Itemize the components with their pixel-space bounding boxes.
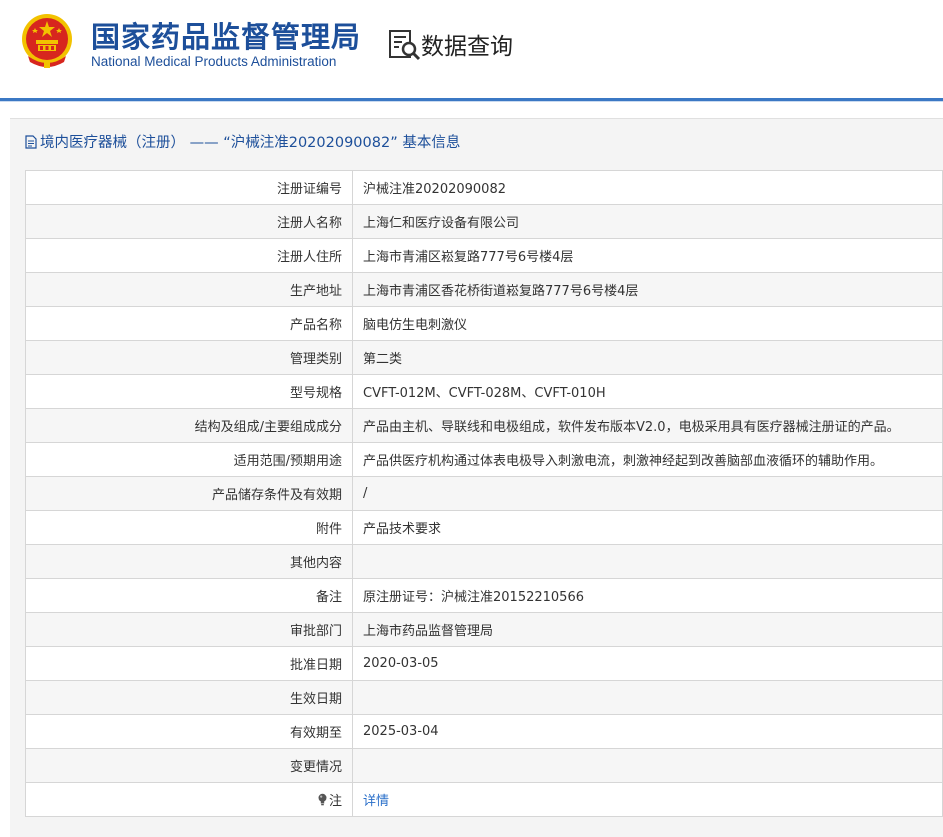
info-table-body: 注册证编号 沪械注准20202090082 注册人名称 上海仁和医疗设备有限公司 注册人… xyxy=(25,170,943,817)
table-row: 注册证编号 沪械注准20202090082 xyxy=(25,170,943,205)
table-row: 适用范围/预期用途 产品供医疗机构通过体表电极导入刺激电流，刺激神经起到改善脑部血… xyxy=(25,442,943,477)
field-value: 2020-03-05 xyxy=(352,646,943,681)
field-value: 上海市药品监督管理局 xyxy=(352,612,943,647)
detail-panel: 境内医疗器械（注册） —— “沪械注准20202090082” 基本信息 注册证… xyxy=(10,118,943,837)
table-row: 变更情况 xyxy=(25,748,943,783)
table-row-note: 注 详情 xyxy=(25,782,943,817)
table-row: 有效期至 2025-03-04 xyxy=(25,714,943,749)
field-value: 原注册证号：沪械注准20152210566 xyxy=(352,578,943,613)
field-value: 产品技术要求 xyxy=(352,510,943,545)
field-value: 2025-03-04 xyxy=(352,714,943,749)
table-row: 审批部门 上海市药品监督管理局 xyxy=(25,612,943,647)
field-label: 备注 xyxy=(25,578,353,613)
table-row: 结构及组成/主要组成成分 产品由主机、导联线和电极组成，软件发布版本V2.0，电极… xyxy=(25,408,943,443)
table-row: 生效日期 xyxy=(25,680,943,715)
field-label: 结构及组成/主要组成成分 xyxy=(25,408,353,443)
note-label-cell: 注 xyxy=(25,782,353,817)
header-divider-light xyxy=(0,101,943,102)
panel-title-text: 境内医疗器械（注册） —— “沪械注准20202090082” 基本信息 xyxy=(40,135,461,151)
field-label: 管理类别 xyxy=(25,340,353,375)
section-title: 数据查询 xyxy=(421,34,513,60)
info-table-wrapper: 注册证编号 沪械注准20202090082 注册人名称 上海仁和医疗设备有限公司 注册人… xyxy=(25,170,943,817)
field-value: / xyxy=(352,476,943,511)
table-row: 注册人住所 上海市青浦区崧复路777号6号楼4层 xyxy=(25,238,943,273)
field-label: 型号规格 xyxy=(25,374,353,409)
table-row: 产品名称 脑电仿生电刺激仪 xyxy=(25,306,943,341)
table-row: 注册人名称 上海仁和医疗设备有限公司 xyxy=(25,204,943,239)
table-row: 型号规格 CVFT-012M、CVFT-028M、CVFT-010H xyxy=(25,374,943,409)
field-label: 有效期至 xyxy=(25,714,353,749)
field-value xyxy=(352,748,943,783)
field-label: 生效日期 xyxy=(25,680,353,715)
details-link[interactable]: 详情 xyxy=(363,794,389,809)
field-value: 上海市青浦区香花桥街道崧复路777号6号楼4层 xyxy=(352,272,943,307)
lightbulb-icon xyxy=(318,793,327,805)
field-label: 注册人名称 xyxy=(25,204,353,239)
field-value xyxy=(352,544,943,579)
field-label: 生产地址 xyxy=(25,272,353,307)
field-value: 上海仁和医疗设备有限公司 xyxy=(352,204,943,239)
table-row: 批准日期 2020-03-05 xyxy=(25,646,943,681)
field-value: 脑电仿生电刺激仪 xyxy=(352,306,943,341)
note-label-text: 注 xyxy=(328,793,342,809)
field-label: 变更情况 xyxy=(25,748,353,783)
field-label: 注册证编号 xyxy=(25,170,353,205)
document-icon xyxy=(25,134,37,149)
note-label: 注 xyxy=(317,790,342,809)
field-label: 其他内容 xyxy=(25,544,353,579)
field-value xyxy=(352,680,943,715)
table-row: 附件 产品技术要求 xyxy=(25,510,943,545)
field-value: CVFT-012M、CVFT-028M、CVFT-010H xyxy=(352,374,943,409)
field-label: 注册人住所 xyxy=(25,238,353,273)
table-row: 其他内容 xyxy=(25,544,943,579)
site-header: 国家药品监督管理局 National Medical Products Admi… xyxy=(0,0,943,102)
data-query-icon xyxy=(389,30,421,61)
table-row: 生产地址 上海市青浦区香花桥街道崧复路777号6号楼4层 xyxy=(25,272,943,307)
field-value: 产品供医疗机构通过体表电极导入刺激电流，刺激神经起到改善脑部血液循环的辅助作用。 xyxy=(352,442,943,477)
field-value: 第二类 xyxy=(352,340,943,375)
field-label: 审批部门 xyxy=(25,612,353,647)
table-row: 管理类别 第二类 xyxy=(25,340,943,375)
table-row: 备注 原注册证号：沪械注准20152210566 xyxy=(25,578,943,613)
note-value-cell: 详情 xyxy=(352,782,943,817)
table-row: 产品储存条件及有效期 / xyxy=(25,476,943,511)
org-name-cn: 国家药品监督管理局 xyxy=(91,20,362,54)
field-label: 适用范围/预期用途 xyxy=(25,442,353,477)
panel-title: 境内医疗器械（注册） —— “沪械注准20202090082” 基本信息 xyxy=(25,131,460,152)
field-value: 沪械注准20202090082 xyxy=(352,170,943,205)
org-name-en: National Medical Products Administration xyxy=(91,54,337,69)
field-label: 附件 xyxy=(25,510,353,545)
field-value: 上海市青浦区崧复路777号6号楼4层 xyxy=(352,238,943,273)
field-label: 批准日期 xyxy=(25,646,353,681)
national-emblem-icon xyxy=(22,14,72,68)
field-label: 产品名称 xyxy=(25,306,353,341)
info-table: 注册证编号 沪械注准20202090082 注册人名称 上海仁和医疗设备有限公司 注册人… xyxy=(25,170,943,817)
field-label: 产品储存条件及有效期 xyxy=(25,476,353,511)
field-value: 产品由主机、导联线和电极组成，软件发布版本V2.0，电极采用具有医疗器械注册证的… xyxy=(352,408,943,443)
